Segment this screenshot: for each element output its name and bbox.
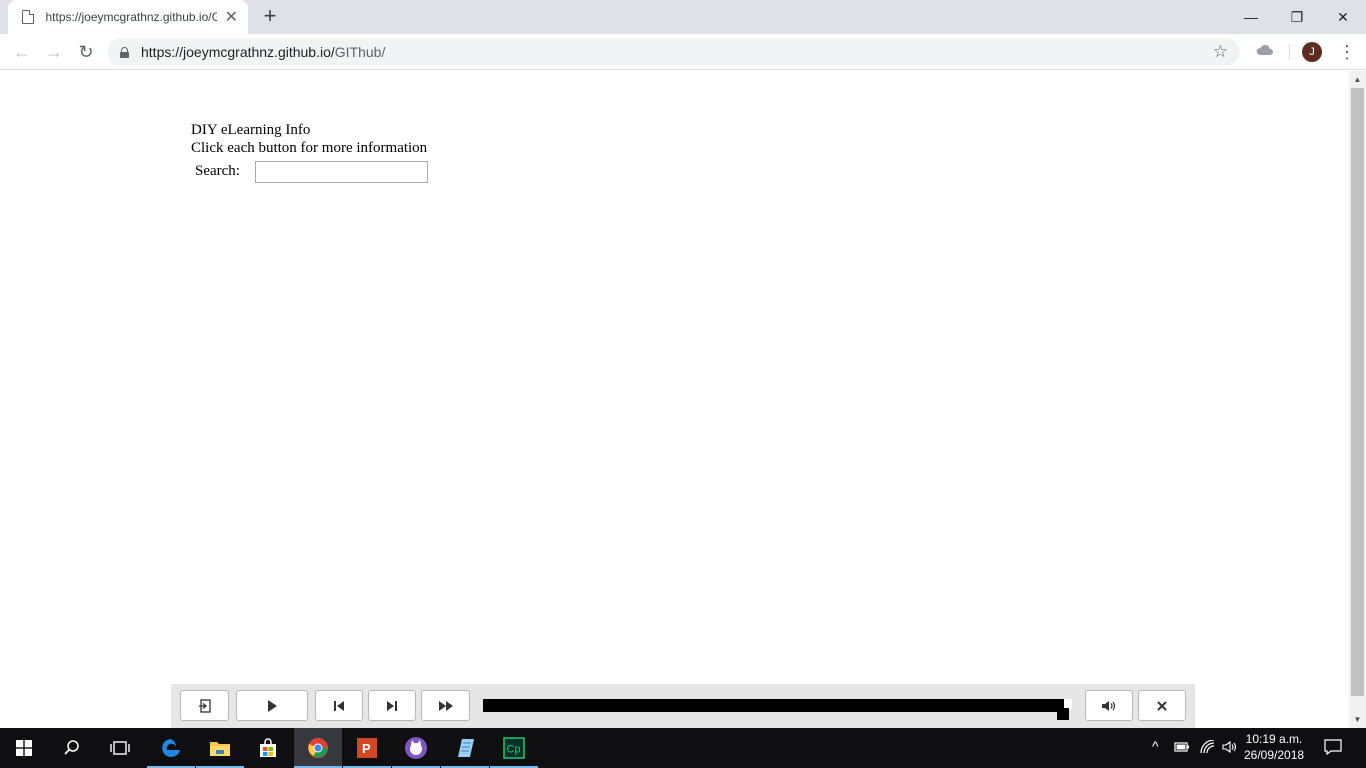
close-icon — [1157, 700, 1167, 711]
windows-logo-icon — [16, 740, 32, 756]
next-icon — [387, 700, 397, 711]
cloud-extension-icon[interactable] — [1256, 43, 1274, 57]
menu-icon[interactable]: ⋮ — [1338, 40, 1356, 64]
back-button[interactable]: ← — [10, 40, 34, 64]
close-window-button[interactable]: ✕ — [1320, 0, 1366, 34]
chrome-icon — [308, 738, 328, 758]
edge-icon — [162, 739, 180, 757]
tab-close-icon[interactable]: ✕ — [225, 7, 238, 27]
notes-taskbar-button[interactable] — [441, 728, 489, 768]
progress-handle[interactable] — [1057, 708, 1069, 720]
reload-button[interactable]: ↻ — [74, 40, 98, 64]
system-clock[interactable]: 10:19 a.m. 26/09/2018 — [1244, 731, 1304, 763]
store-bag-icon — [260, 738, 276, 757]
scroll-up-arrow-icon[interactable]: ▲ — [1349, 71, 1366, 88]
player-controls — [171, 684, 1195, 728]
notes-icon — [458, 739, 474, 757]
clock-time: 10:19 a.m. — [1245, 732, 1303, 746]
speaker-icon[interactable] — [1222, 740, 1238, 754]
progress-bar[interactable] — [483, 699, 1068, 712]
url-path: GIThub/ — [334, 44, 386, 60]
chrome-taskbar-button[interactable] — [294, 728, 342, 768]
next-button[interactable] — [368, 690, 416, 721]
search-taskbar-button[interactable] — [48, 728, 96, 768]
exit-icon — [198, 698, 211, 713]
captivate-taskbar-button[interactable]: Cp — [490, 728, 538, 768]
previous-button[interactable] — [315, 690, 363, 721]
profile-avatar[interactable]: J — [1302, 42, 1322, 62]
window-controls: — ❐ ✕ — [1228, 0, 1366, 34]
vertical-scrollbar[interactable]: ▲ ▼ — [1349, 71, 1366, 728]
fast-forward-button[interactable] — [421, 690, 470, 721]
play-button[interactable] — [236, 690, 308, 721]
clock-date: 26/09/2018 — [1244, 748, 1305, 762]
lock-icon[interactable] — [120, 46, 129, 58]
volume-icon — [1102, 700, 1116, 711]
task-view-button[interactable] — [96, 728, 144, 768]
windows-taskbar: P Cp ^ 10:19 a.m. 26/09/2018 — [0, 728, 1366, 768]
battery-icon[interactable] — [1174, 741, 1190, 753]
scroll-down-arrow-icon[interactable]: ▼ — [1349, 711, 1366, 728]
bookmark-star-icon[interactable]: ☆ — [1213, 42, 1228, 62]
page-instructions: Click each button for more information — [191, 140, 428, 156]
exit-button[interactable] — [180, 690, 229, 721]
toolbar-divider — [1289, 44, 1290, 60]
search-label: Search: — [195, 163, 240, 179]
page-title: DIY eLearning Info — [191, 122, 311, 138]
search-icon — [64, 740, 79, 755]
file-explorer-taskbar-button[interactable] — [196, 728, 244, 768]
browser-tab[interactable]: https://joeymcgrathnz.github.io/GIThub/ … — [8, 0, 248, 34]
start-button[interactable] — [0, 728, 48, 768]
powerpoint-taskbar-button[interactable]: P — [343, 728, 391, 768]
restore-button[interactable]: ❐ — [1274, 0, 1320, 34]
minimize-button[interactable]: — — [1228, 0, 1274, 34]
volume-button[interactable] — [1085, 690, 1133, 721]
wifi-icon[interactable] — [1200, 740, 1216, 754]
notifications-icon[interactable] — [1324, 739, 1342, 755]
play-icon — [268, 699, 277, 712]
new-tab-button[interactable]: + — [258, 4, 282, 28]
cat-app-taskbar-button[interactable] — [392, 728, 440, 768]
forward-button[interactable]: → — [42, 40, 66, 64]
store-taskbar-button[interactable] — [244, 728, 292, 768]
browser-toolbar: ← → ↻ https://joeymcgrathnz.github.io/GI… — [0, 34, 1366, 70]
url-host: https://joeymcgrathnz.github.io/ — [141, 44, 335, 60]
page-icon — [22, 10, 34, 24]
tab-title: https://joeymcgrathnz.github.io/GIThub/ — [45, 10, 217, 24]
cat-app-icon — [405, 737, 427, 759]
search-input[interactable] — [255, 161, 428, 183]
previous-icon — [334, 700, 344, 711]
tab-strip: https://joeymcgrathnz.github.io/GIThub/ … — [0, 0, 1366, 34]
captivate-icon: Cp — [503, 737, 525, 759]
close-player-button[interactable] — [1138, 690, 1186, 721]
fast-forward-icon — [438, 700, 453, 711]
folder-icon — [210, 742, 230, 756]
scroll-thumb[interactable] — [1351, 88, 1364, 696]
page-content: DIY eLearning Info Click each button for… — [0, 71, 1349, 728]
edge-taskbar-button[interactable] — [147, 728, 195, 768]
powerpoint-icon: P — [357, 738, 377, 758]
address-bar[interactable]: https://joeymcgrathnz.github.io/GIThub/ … — [108, 38, 1240, 66]
task-view-icon — [110, 741, 130, 755]
tray-chevron-icon[interactable]: ^ — [1152, 738, 1159, 754]
captivate-label: Cp — [507, 744, 521, 756]
powerpoint-label: P — [362, 741, 371, 756]
